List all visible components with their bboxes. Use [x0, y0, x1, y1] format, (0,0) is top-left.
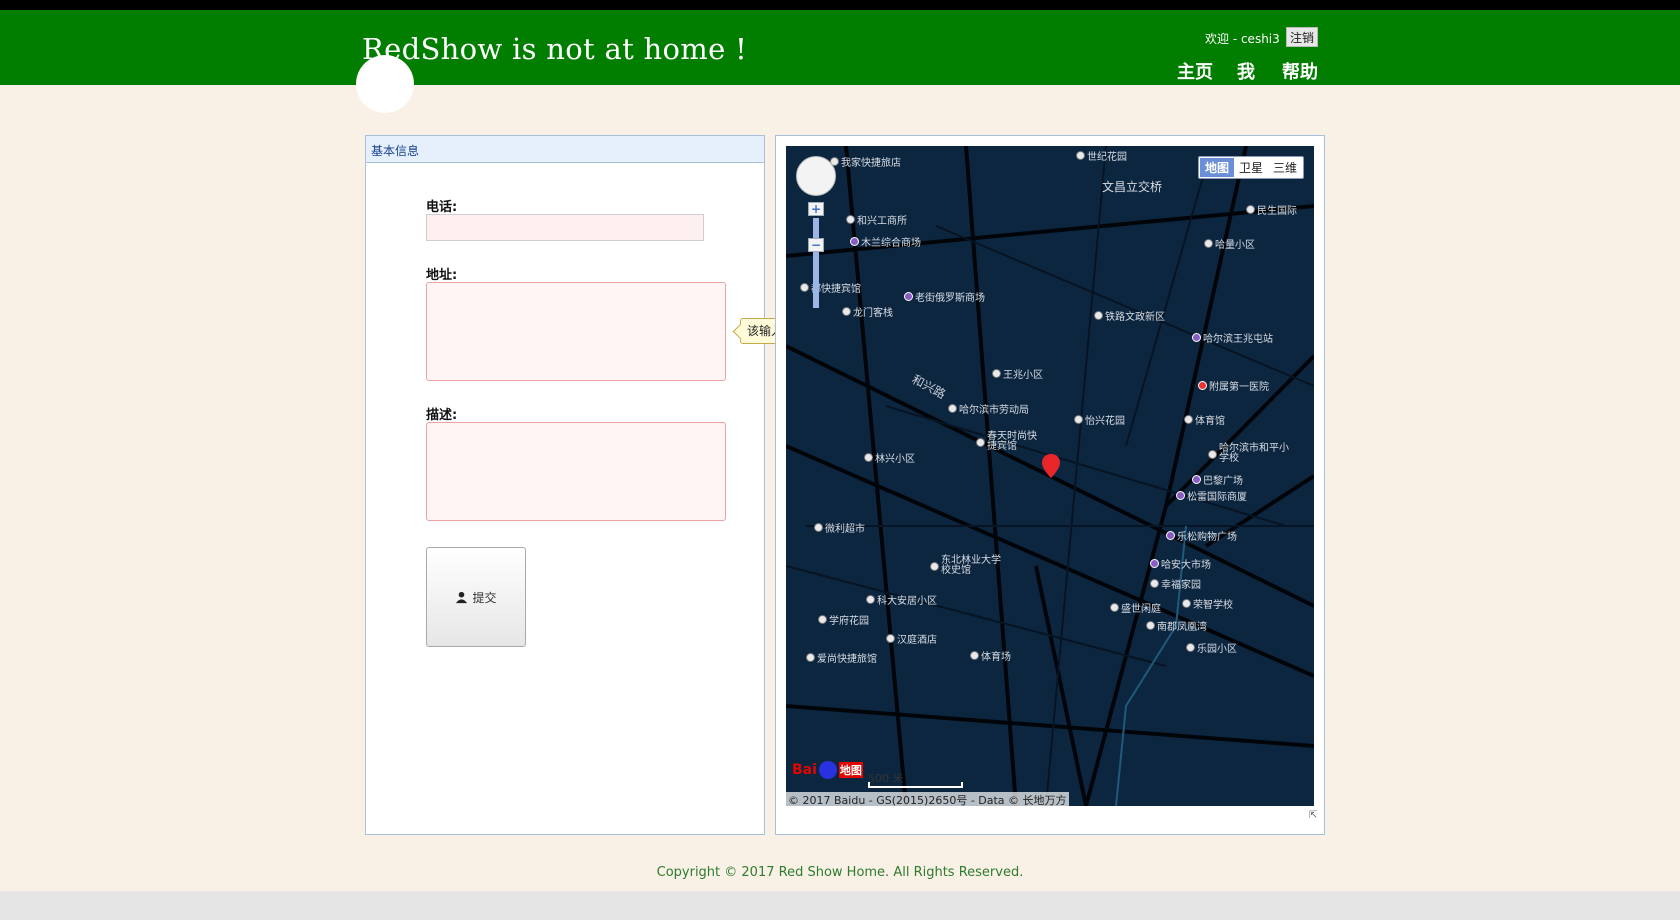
- poi: 乐园小区: [1186, 640, 1237, 655]
- address-field[interactable]: [426, 282, 726, 381]
- address-label: 地址:: [426, 268, 458, 283]
- baidu-logo: Bai 地图: [792, 761, 863, 779]
- poi: 哈安大市场: [1150, 556, 1211, 571]
- basic-info-panel: 基本信息 电话: 地址: 该输入项为必输项 描述: 提交: [365, 135, 851, 835]
- nav-help[interactable]: 帮助: [1282, 58, 1318, 84]
- nav-me[interactable]: 我: [1237, 58, 1255, 84]
- poi: 哈尔滨市和平小学校: [1208, 444, 1298, 464]
- poi: 东北林业大学校史馆: [930, 556, 1010, 576]
- expand-icon[interactable]: ⇱: [1309, 810, 1317, 821]
- poi: 都快捷宾馆: [800, 280, 861, 295]
- avatar: [356, 55, 414, 113]
- map-type-satellite[interactable]: 卫星: [1234, 158, 1268, 177]
- poi: 哈尔滨王兆屯站: [1192, 330, 1273, 345]
- poi: 龙门客栈: [842, 304, 893, 319]
- poi: 松雷国际商厦: [1176, 488, 1247, 503]
- map-type-map[interactable]: 地图: [1199, 158, 1234, 177]
- poi: 林兴小区: [864, 450, 915, 465]
- site-title: RedShow is not at home !: [362, 32, 748, 66]
- poi: 荣智学校: [1182, 596, 1233, 611]
- location-marker-icon[interactable]: [1042, 454, 1060, 478]
- poi: 盛世闲庭: [1110, 600, 1161, 615]
- poi: 学府花园: [818, 612, 869, 627]
- footer-copyright: Copyright © 2017 Red Show Home. All Righ…: [656, 865, 1024, 880]
- header: RedShow is not at home ! 欢迎 - ceshi3 注销 …: [0, 10, 1680, 85]
- poi: 世纪花园: [1076, 148, 1127, 163]
- nav-home[interactable]: 主页: [1177, 58, 1213, 84]
- poi: 铁路文政新区: [1094, 308, 1165, 323]
- logout-button[interactable]: 注销: [1286, 27, 1319, 47]
- poi: 民生国际: [1246, 202, 1297, 217]
- zoom-slider[interactable]: [813, 218, 819, 308]
- poi: 文昌立交桥: [1102, 180, 1163, 194]
- submit-button[interactable]: 提交: [426, 547, 526, 647]
- poi: 巴黎广场: [1192, 472, 1243, 487]
- map-copyright: © 2017 Baidu - GS(2015)2650号 - Data © 长地…: [786, 792, 1069, 806]
- desc-field[interactable]: [426, 422, 726, 521]
- poi: 老街俄罗斯商场: [904, 289, 985, 304]
- poi: 微利超市: [814, 520, 865, 535]
- panel-title: 基本信息: [366, 136, 764, 163]
- poi: 我家快捷旅店: [830, 154, 901, 169]
- phone-label: 电话:: [426, 200, 458, 215]
- map-type-3d[interactable]: 三维: [1268, 158, 1302, 177]
- paw-icon: [818, 761, 837, 779]
- desc-label: 描述:: [426, 408, 458, 423]
- poi: 哈尔滨市劳动局: [948, 401, 1029, 416]
- poi: 幸福家园: [1150, 576, 1201, 591]
- welcome-text: 欢迎 - ceshi3: [1205, 32, 1280, 46]
- map-scale-bar: [868, 782, 963, 788]
- phone-field[interactable]: [426, 214, 704, 241]
- poi: 和兴工商所: [846, 212, 907, 227]
- poi: 体育馆: [1184, 412, 1225, 427]
- poi: 爱尚快捷旅馆: [806, 650, 877, 665]
- poi: 春天时尚快捷宾馆: [976, 432, 1046, 452]
- map-canvas[interactable]: 和兴路 我家快捷旅店 世纪花园 文昌立交桥 民生国际 和兴工商所 木兰综合商场 …: [786, 146, 1314, 806]
- poi: 王兆小区: [992, 366, 1043, 381]
- poi: 汉庭酒店: [886, 631, 937, 646]
- zoom-out-button[interactable]: −: [808, 238, 824, 252]
- poi: 附属第一医院: [1198, 378, 1269, 393]
- poi: 怡兴花园: [1074, 412, 1125, 427]
- poi: 南郡凤凰湾: [1146, 618, 1207, 633]
- poi: 乐松购物广场: [1166, 528, 1237, 543]
- main-area: 基本信息 电话: 地址: 该输入项为必输项 描述: 提交: [0, 55, 1680, 891]
- submit-label: 提交: [472, 590, 497, 605]
- poi: 木兰综合商场: [850, 234, 921, 249]
- top-strip: [0, 0, 1680, 10]
- map-panel: 和兴路 我家快捷旅店 世纪花园 文昌立交桥 民生国际 和兴工商所 木兰综合商场 …: [775, 135, 1325, 835]
- pan-control[interactable]: [796, 156, 836, 196]
- map-type-switcher: 地图 卫星 三维: [1197, 156, 1304, 179]
- zoom-in-button[interactable]: +: [808, 202, 824, 216]
- user-icon: [456, 591, 468, 603]
- poi: 哈量小区: [1204, 236, 1255, 251]
- poi: 科大安居小区: [866, 592, 937, 607]
- poi: 体育场: [970, 648, 1011, 663]
